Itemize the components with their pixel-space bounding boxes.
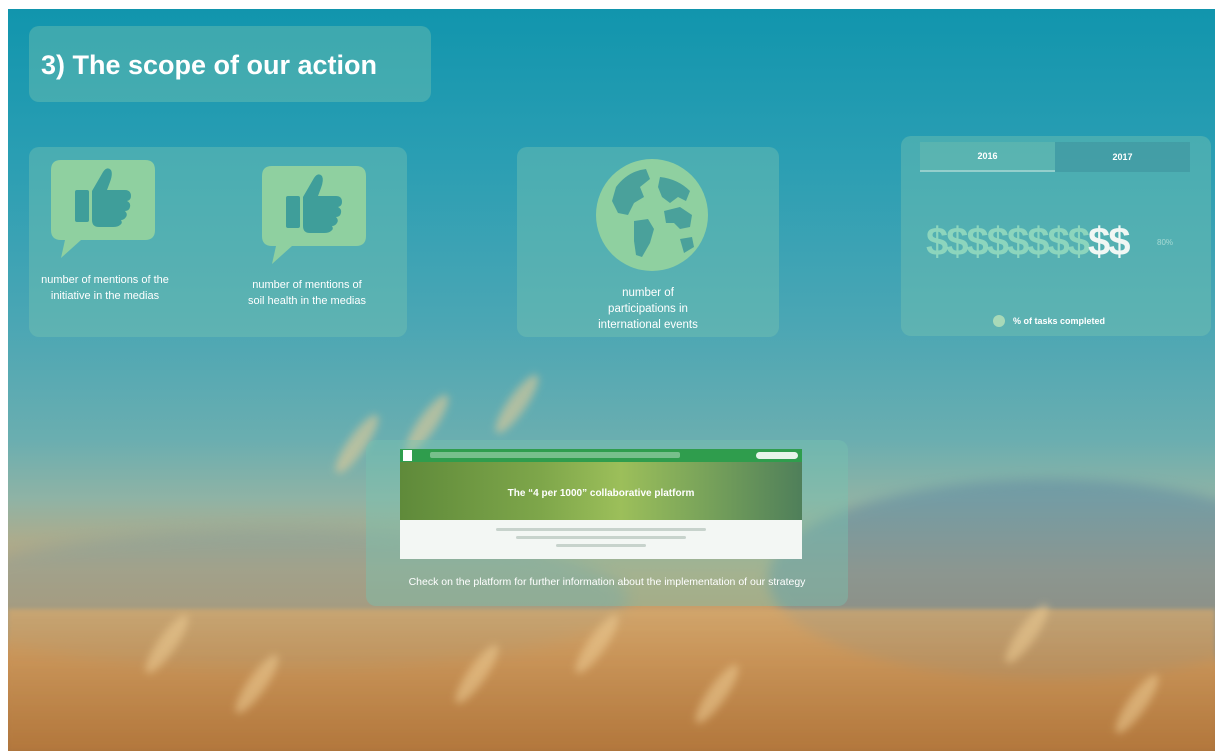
platform-hero-image: The “4 per 1000” collaborative platform xyxy=(400,462,802,520)
background-grass xyxy=(489,370,545,438)
platform-panel: The “4 per 1000” collaborative platform … xyxy=(366,440,848,606)
title-panel: 3) The scope of our action xyxy=(29,26,431,102)
dollars-filled: $$$$$$$$ xyxy=(926,220,1090,264)
platform-caption: Check on the platform for further inform… xyxy=(408,576,806,588)
platform-text-line xyxy=(556,544,646,547)
platform-text-line xyxy=(496,528,706,531)
tab-2016[interactable]: 2016 xyxy=(920,142,1055,172)
events-panel: number of participations in internationa… xyxy=(517,147,779,337)
legend-label: % of tasks completed xyxy=(1013,316,1106,326)
dollar-progress-meter: $$$$$$$$$$ xyxy=(926,220,1130,265)
platform-nav-bar xyxy=(400,449,802,462)
slide-background: 3) The scope of our action number of men… xyxy=(8,9,1215,751)
year-tabs: 2016 2017 xyxy=(920,142,1190,172)
stat-label-initiative-mentions: number of mentions of the initiative in … xyxy=(41,274,169,302)
tab-2017[interactable]: 2017 xyxy=(1055,142,1190,172)
stat-label-soil-mentions: number of mentions of soil health in the… xyxy=(247,279,366,307)
platform-search xyxy=(756,452,798,459)
stat-label-participations: number of participations in internationa… xyxy=(598,287,698,331)
tasks-legend: % of tasks completed xyxy=(993,315,1105,327)
thumbs-up-icon xyxy=(51,160,155,258)
tasks-panel: 2016 2017 $$$$$$$$$$ 80% % of tasks comp… xyxy=(901,136,1211,336)
dollars-remaining: $$ xyxy=(1087,220,1130,264)
legend-dot xyxy=(993,315,1005,327)
thumbs-up-icon xyxy=(262,166,366,264)
platform-hero-title: The “4 per 1000” collaborative platform xyxy=(507,488,695,499)
platform-logo xyxy=(403,450,412,461)
percent-value: 80% xyxy=(1157,238,1174,247)
globe-icon xyxy=(596,159,708,271)
platform-menu xyxy=(430,452,680,458)
media-mentions-panel: number of mentions of the initiative in … xyxy=(29,147,407,337)
platform-screenshot[interactable]: The “4 per 1000” collaborative platform xyxy=(400,449,802,559)
slide-title: 3) The scope of our action xyxy=(41,50,378,80)
platform-text-line xyxy=(516,536,686,539)
